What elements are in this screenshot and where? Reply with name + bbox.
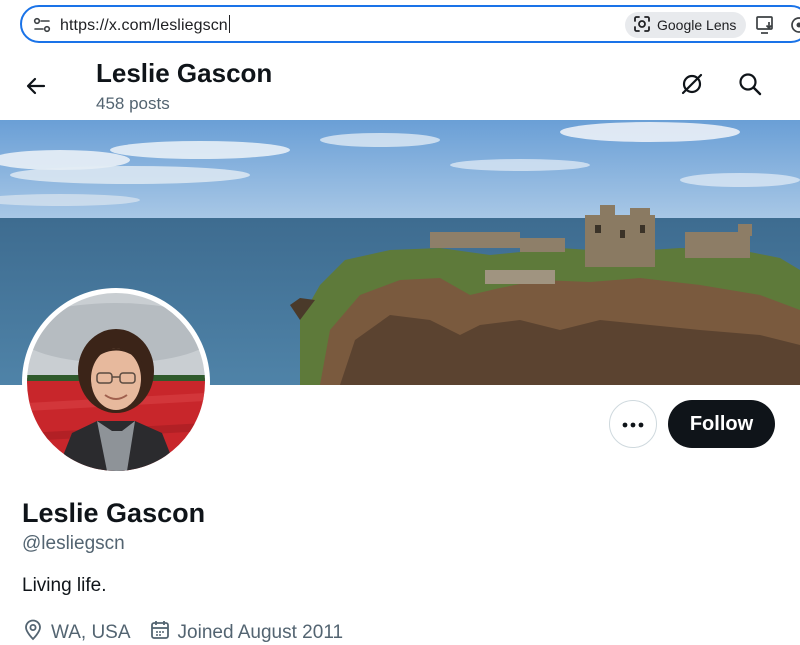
header-title: Leslie Gascon (96, 58, 273, 88)
extension-icon[interactable] (788, 14, 800, 36)
profile-meta: WA, USA Joined August 2011 (22, 619, 361, 645)
text-caret (228, 15, 230, 33)
avatar-photo (27, 293, 205, 471)
profile-handle: @lesliegscn (22, 533, 125, 554)
grok-icon[interactable] (674, 66, 710, 102)
google-lens-label: Google Lens (657, 17, 737, 33)
search-icon[interactable] (732, 66, 768, 102)
follow-button[interactable]: Follow (668, 400, 775, 448)
joined-text: Joined August 2011 (177, 622, 344, 643)
location-text: WA, USA (51, 622, 131, 643)
install-app-icon[interactable] (755, 14, 777, 36)
back-arrow-icon[interactable] (18, 68, 54, 104)
location-item: WA, USA (22, 619, 131, 645)
profile-header: Leslie Gascon 458 posts (0, 48, 800, 120)
url-text[interactable]: https://x.com/lesliegscn (60, 15, 230, 35)
address-bar[interactable]: https://x.com/lesliegscn Google Lens (20, 5, 800, 43)
browser-toolbar: https://x.com/lesliegscn Google Lens (0, 0, 800, 48)
google-lens-icon (633, 15, 651, 36)
more-options-button[interactable] (609, 400, 657, 448)
google-lens-button[interactable]: Google Lens (625, 12, 747, 38)
post-count: 458 posts (96, 94, 170, 113)
calendar-icon (149, 619, 171, 645)
joined-item: Joined August 2011 (149, 619, 344, 645)
more-dots-icon (622, 415, 644, 433)
profile-bio: Living life. (22, 575, 107, 596)
avatar[interactable] (22, 288, 210, 476)
site-info-icon[interactable] (32, 15, 52, 35)
profile-name: Leslie Gascon (22, 498, 206, 528)
location-pin-icon (22, 619, 44, 645)
